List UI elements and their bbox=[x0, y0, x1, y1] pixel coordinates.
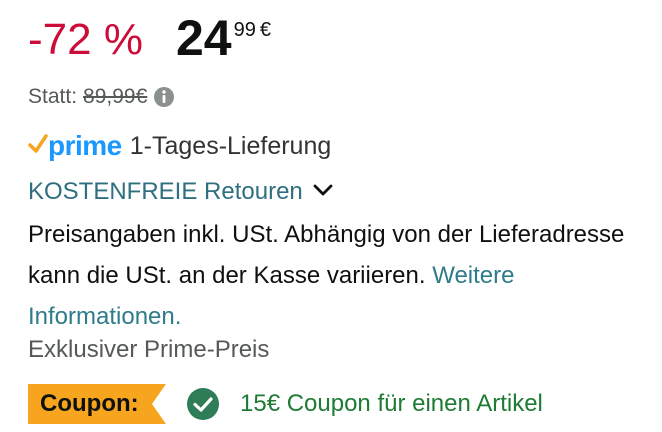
price-currency: € bbox=[259, 19, 271, 41]
price-whole: 24 bbox=[176, 10, 232, 66]
price-info-body: Preisangaben inkl. USt. Abhängig von der… bbox=[28, 221, 625, 289]
info-icon[interactable] bbox=[153, 86, 175, 108]
free-returns-toggle[interactable]: KOSTENFREIE Retouren bbox=[28, 176, 333, 208]
price: 24 99 € bbox=[176, 10, 271, 66]
price-info-text: Preisangaben inkl. USt. Abhängig von der… bbox=[28, 214, 638, 337]
price-fraction: 99 bbox=[233, 19, 256, 41]
chevron-down-icon[interactable] bbox=[313, 183, 333, 202]
prime-word: prime bbox=[48, 130, 122, 161]
list-price-label: Statt: bbox=[28, 85, 78, 108]
prime-price-label: Exklusiver Prime-Preis bbox=[28, 336, 270, 363]
free-returns-label[interactable]: KOSTENFREIE Retouren bbox=[28, 176, 303, 208]
check-circle-icon[interactable] bbox=[186, 387, 220, 421]
prime-check-icon bbox=[28, 133, 48, 160]
coupon-badge: Coupon: bbox=[28, 384, 166, 424]
prime-logo: prime bbox=[28, 130, 122, 162]
list-price-value: 89,99€ bbox=[83, 85, 148, 108]
coupon-text[interactable]: 15€ Coupon für einen Artikel bbox=[240, 388, 543, 420]
discount-percentage: -72 % bbox=[28, 15, 143, 64]
delivery-row: prime 1-Tages-Lieferung bbox=[28, 130, 331, 162]
coupon-badge-label: Coupon: bbox=[40, 390, 139, 417]
list-price-row: Statt: 89,99€ bbox=[28, 84, 175, 110]
coupon-row: Coupon: 15€ Coupon für einen Artikel bbox=[28, 384, 543, 424]
delivery-text: 1-Tages-Lieferung bbox=[129, 132, 332, 160]
